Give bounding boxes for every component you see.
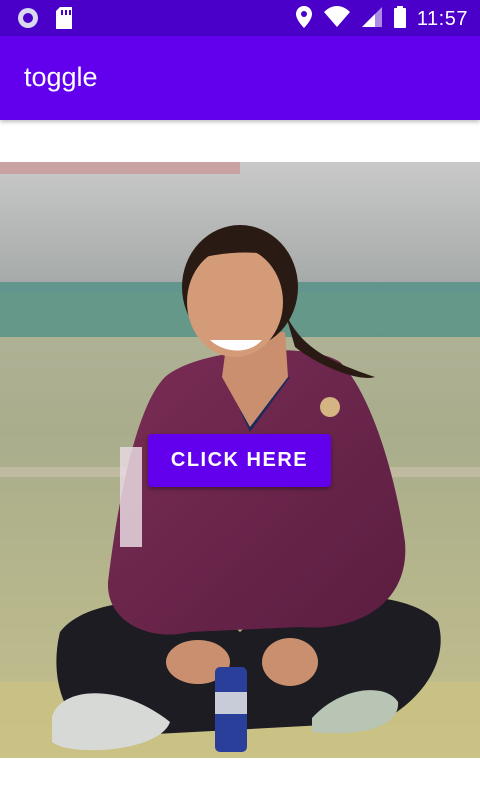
app-title: toggle: [24, 62, 98, 92]
wifi-icon: [323, 5, 351, 33]
assistant-icon: [16, 6, 40, 34]
app-screen: 11:57 toggle CLICK HERE: [0, 0, 480, 800]
status-time: 11:57: [416, 7, 468, 30]
battery-icon: [393, 5, 407, 33]
click-here-button[interactable]: CLICK HERE: [148, 434, 331, 487]
sd-card-icon: [54, 6, 74, 34]
status-bar: 11:57: [0, 0, 480, 36]
signal-icon: [361, 5, 383, 33]
status-right-icons: 11:57: [295, 5, 468, 33]
location-icon: [295, 5, 313, 33]
app-bar: toggle: [0, 36, 480, 120]
status-left-icons: [16, 6, 74, 34]
